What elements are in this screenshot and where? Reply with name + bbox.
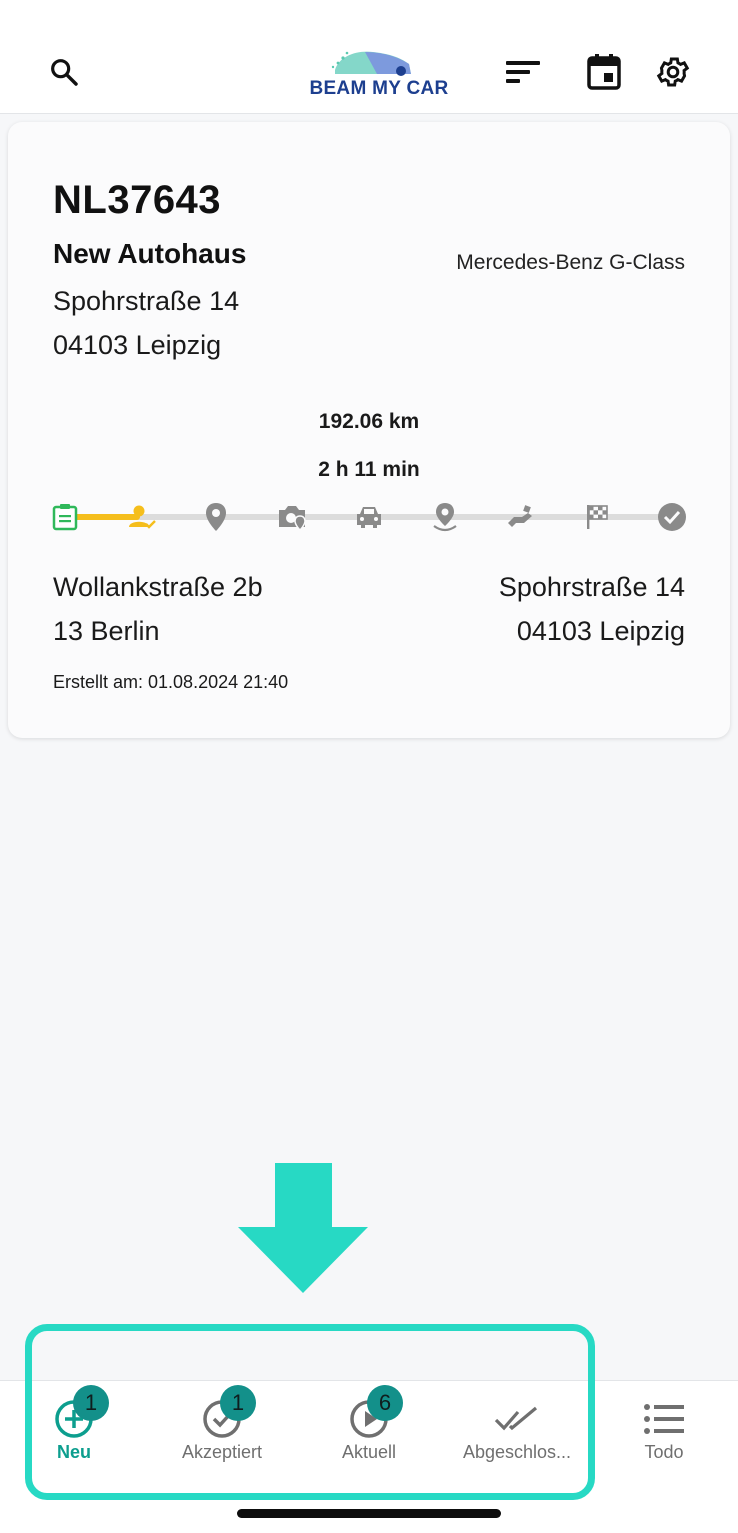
location-person-icon (433, 503, 457, 532)
created-date: Erstellt am: 01.08.2024 21:40 (53, 672, 289, 692)
pickup-street: Wollankstraße 2b (53, 572, 263, 602)
top-app-bar: BEAM MY CAR (0, 0, 738, 114)
sort-icon (506, 61, 540, 83)
dealer-street: Spohrstraße 14 (53, 286, 240, 316)
logo-text: BEAM MY CAR (309, 78, 449, 99)
annotation-highlight-box (25, 1324, 595, 1500)
search-button[interactable] (40, 48, 88, 96)
distance: 192.06 km (318, 410, 420, 433)
tab-todo-label: Todo (644, 1442, 684, 1462)
dealer-city: 04103 Leipzig (53, 330, 222, 360)
calendar-icon (587, 54, 621, 90)
camera-location-icon (279, 506, 306, 531)
duration: 2 h 11 min (318, 458, 420, 481)
dealer-name: New Autohaus (53, 238, 247, 269)
step-finish (580, 500, 614, 534)
annotation-arrow-icon (238, 1163, 368, 1293)
finish-flag-icon (587, 505, 608, 529)
search-icon (51, 59, 78, 86)
person-check-icon (129, 505, 156, 529)
sort-button[interactable] (499, 48, 547, 96)
order-card[interactable]: NL37643 New Autohaus Mercedes-Benz G-Cla… (8, 122, 730, 738)
step-order-created (48, 500, 82, 534)
car-icon (357, 507, 381, 528)
home-indicator (237, 1509, 501, 1518)
pickup-city: 13 Berlin (53, 616, 160, 646)
settings-button[interactable] (649, 48, 697, 96)
order-plate: NL37643 (53, 178, 222, 222)
delivery-city: 04103 Leipzig (516, 616, 685, 646)
list-icon (644, 1404, 684, 1434)
clipboard-icon (52, 504, 78, 531)
gear-icon (656, 57, 690, 87)
location-pin-icon (206, 503, 226, 531)
tab-todo[interactable]: Todo (590, 1381, 738, 1491)
step-photo-inspection (275, 500, 309, 534)
vehicle-model: Mercedes-Benz G-Class (456, 251, 685, 274)
step-driver-accepted (125, 500, 159, 534)
step-completed (655, 500, 689, 534)
step-driving (352, 500, 386, 534)
beam-my-car-logo: BEAM MY CAR (305, 44, 453, 102)
calendar-button[interactable] (580, 48, 628, 96)
delivery-street: Spohrstraße 14 (498, 572, 685, 602)
step-handover (504, 500, 538, 534)
handover-icon (508, 505, 532, 527)
step-pickup-location (199, 500, 233, 534)
checkmark-circle-icon (658, 503, 686, 531)
step-destination (428, 500, 462, 534)
